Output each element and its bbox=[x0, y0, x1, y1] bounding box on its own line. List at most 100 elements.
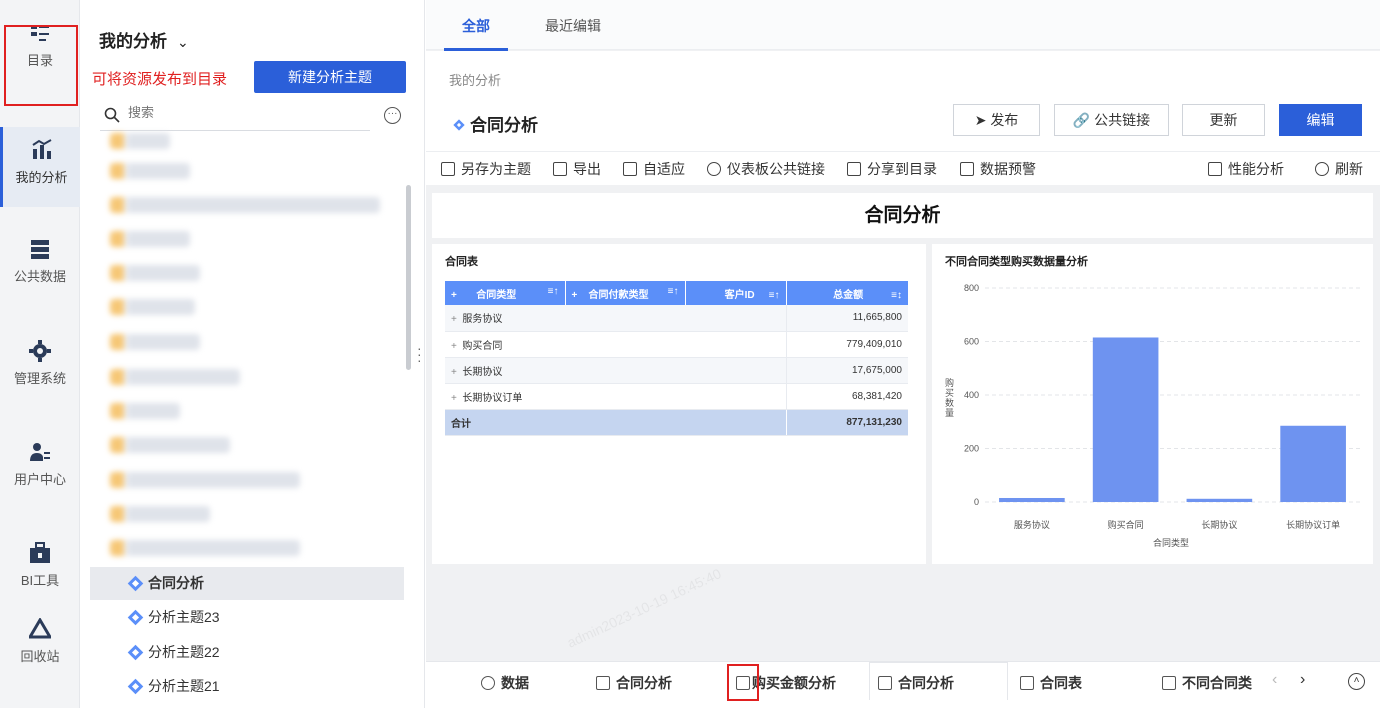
table-header-row: + 合同类型 ≡↑ + 合同付款类型 ≡↑ 客户ID ≡↑ 总金额 ≡↕ bbox=[445, 281, 908, 305]
more-icon[interactable]: ··· bbox=[384, 107, 401, 124]
new-analysis-button[interactable]: 新建分析主题 bbox=[254, 61, 406, 93]
blur-row bbox=[110, 231, 190, 247]
table-icon bbox=[1020, 676, 1034, 690]
table-row[interactable]: + 购买合同 779,409,010 bbox=[445, 331, 908, 358]
tab-all[interactable]: 全部 bbox=[444, 16, 508, 36]
blur-row bbox=[110, 299, 195, 315]
table-title: 合同表 bbox=[445, 256, 478, 268]
nav-user-center[interactable]: 用户中心 bbox=[0, 441, 80, 521]
tree-item-theme21[interactable]: 分析主题21 bbox=[90, 670, 404, 703]
resize-handle-icon[interactable]: · · · bbox=[417, 341, 422, 367]
collapse-icon[interactable]: ˄ bbox=[1348, 673, 1365, 690]
nav-manage-system[interactable]: 管理系统 bbox=[0, 340, 80, 420]
adaptive-button[interactable]: 自适应 bbox=[623, 159, 685, 179]
chart-icon bbox=[1162, 676, 1176, 690]
chart-bars bbox=[999, 337, 1346, 502]
tree-item-label: 合同分析 bbox=[148, 575, 204, 591]
export-icon bbox=[553, 162, 567, 176]
table-row[interactable]: + 长期协议订单 68,381,420 bbox=[445, 383, 908, 410]
search-icon bbox=[104, 107, 120, 123]
expand-icon[interactable]: + bbox=[451, 341, 457, 352]
column-header[interactable]: + 合同类型 ≡↑ bbox=[445, 281, 566, 305]
table-row[interactable]: + 长期协议 17,675,000 bbox=[445, 357, 908, 384]
share-catalog-label: 分享到目录 bbox=[867, 161, 937, 177]
save-as-button[interactable]: 另存为主题 bbox=[441, 159, 531, 179]
recycle-icon bbox=[29, 618, 51, 639]
search-box[interactable] bbox=[100, 101, 370, 131]
y-tick-label: 200 bbox=[964, 444, 979, 454]
publish-button[interactable]: ➤ 发布 bbox=[953, 104, 1040, 136]
tree-item-theme23[interactable]: 分析主题23 bbox=[90, 601, 404, 634]
bar bbox=[1280, 425, 1346, 502]
tab-recent[interactable]: 最近编辑 bbox=[545, 16, 601, 36]
performance-button[interactable]: 性能分析 bbox=[1208, 159, 1284, 179]
alarm-icon bbox=[960, 162, 974, 176]
share-icon bbox=[847, 162, 861, 176]
nav-public-data[interactable]: 公共数据 bbox=[0, 238, 80, 318]
public-link-button[interactable]: 🔗 公共链接 bbox=[1054, 104, 1169, 136]
sort-icon[interactable]: ≡↑ bbox=[548, 286, 559, 297]
header-panel bbox=[426, 51, 1380, 151]
expand-icon[interactable]: + bbox=[451, 367, 457, 378]
x-tick-label: 长期协议 bbox=[1201, 519, 1237, 530]
table-row[interactable]: + 服务协议 11,665,800 bbox=[445, 305, 908, 332]
table-total-row: 合计 877,131,230 bbox=[445, 409, 908, 436]
y-tick-label: 600 bbox=[964, 337, 979, 347]
breadcrumb[interactable]: 我的分析 bbox=[449, 70, 501, 89]
bottom-tab-contract-table[interactable]: 合同表 bbox=[1020, 663, 1082, 703]
column-header[interactable]: 客户ID ≡↑ bbox=[685, 281, 787, 305]
link-icon bbox=[707, 162, 721, 176]
expand-icon[interactable]: + bbox=[451, 393, 457, 404]
y-tick-label: 400 bbox=[964, 390, 979, 400]
update-button[interactable]: 更新 bbox=[1182, 104, 1265, 136]
row-amount: 17,675,000 bbox=[786, 357, 908, 384]
blur-row bbox=[110, 163, 190, 179]
search-input[interactable] bbox=[128, 105, 358, 120]
bottom-tab-contract-analysis[interactable]: 合同分析 bbox=[596, 663, 672, 703]
tree-item-theme22[interactable]: 分析主题22 bbox=[90, 636, 404, 669]
bottom-tab-diff-contract[interactable]: 不同合同类 bbox=[1162, 663, 1252, 703]
nav-my-analysis[interactable]: 我的分析 bbox=[0, 127, 80, 207]
blur-row bbox=[110, 265, 200, 281]
dashboard-link-button[interactable]: 仪表板公共链接 bbox=[707, 159, 825, 179]
tree-item-contract-analysis[interactable]: 合同分析 bbox=[90, 567, 404, 600]
refresh-button[interactable]: 刷新 bbox=[1315, 159, 1363, 179]
nav-public-data-label: 公共数据 bbox=[13, 269, 66, 284]
bar bbox=[999, 497, 1065, 502]
bottom-tab-label: 合同分析 bbox=[616, 675, 672, 691]
bottom-tab-contract-analysis-2[interactable]: 合同分析 bbox=[878, 663, 954, 703]
nav-recycle-bin[interactable]: 回收站 bbox=[0, 618, 80, 698]
nav-bi-tools-label: BI工具 bbox=[20, 573, 60, 588]
sort-icon[interactable]: ≡↑ bbox=[668, 286, 679, 297]
nav-bi-tools[interactable]: BI工具 bbox=[0, 542, 80, 622]
sidebar-title[interactable]: 我的分析 ⌄ bbox=[99, 27, 189, 52]
sort-icon[interactable]: ≡↑ bbox=[769, 290, 780, 301]
chart-xticks: 服务协议 购买合同 长期协议 长期协议订单 bbox=[1014, 519, 1340, 530]
chevron-left-icon[interactable]: ‹ bbox=[1272, 671, 1277, 689]
data-alert-button[interactable]: 数据预警 bbox=[960, 159, 1036, 179]
column-header-label: 总金额 bbox=[833, 289, 864, 301]
toolbox-icon bbox=[30, 542, 50, 563]
share-catalog-button[interactable]: 分享到目录 bbox=[847, 159, 937, 179]
database-icon bbox=[31, 240, 49, 259]
publish-label: 发布 bbox=[990, 112, 1019, 128]
save-as-label: 另存为主题 bbox=[461, 161, 531, 177]
column-header[interactable]: + 合同付款类型 ≡↑ bbox=[565, 281, 686, 305]
contract-table[interactable]: + 合同类型 ≡↑ + 合同付款类型 ≡↑ 客户ID ≡↑ 总金额 ≡↕ + 服务协议 1… bbox=[445, 281, 908, 436]
sidebar-scrollbar[interactable] bbox=[406, 185, 411, 370]
bottom-tab-label: 合同表 bbox=[1040, 675, 1082, 691]
sort-icon[interactable]: ≡↕ bbox=[891, 290, 902, 301]
save-icon bbox=[441, 162, 455, 176]
column-header[interactable]: 总金额 ≡↕ bbox=[786, 281, 908, 305]
bottom-tab-data[interactable]: 数据 bbox=[481, 663, 529, 703]
export-button[interactable]: 导出 bbox=[553, 159, 601, 179]
tree-item-label: 分析主题23 bbox=[148, 609, 220, 625]
theme-icon bbox=[127, 609, 144, 626]
highlight-box bbox=[727, 664, 759, 701]
total-label: 合计 bbox=[445, 409, 787, 436]
publish-annotation: 可将资源发布到目录 bbox=[92, 71, 228, 88]
expand-icon[interactable]: + bbox=[451, 314, 457, 325]
row-name: 长期协议订单 bbox=[462, 392, 523, 404]
edit-button[interactable]: 编辑 bbox=[1279, 104, 1362, 136]
chevron-right-icon[interactable]: › bbox=[1300, 671, 1305, 689]
